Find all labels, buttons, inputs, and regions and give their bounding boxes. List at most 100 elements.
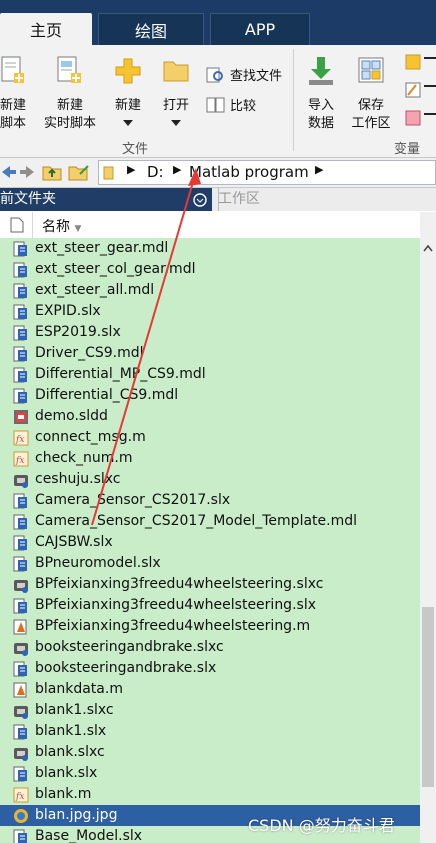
breadcrumb-separator-icon: ▶	[315, 163, 324, 176]
file-row[interactable]: Driver_CS9.mdl	[0, 343, 420, 364]
file-row[interactable]: fx blank.m	[0, 784, 420, 805]
simulink-model-icon	[13, 262, 27, 278]
scroll-up-icon[interactable]	[423, 244, 433, 252]
file-row[interactable]: demo.sldd	[0, 406, 420, 427]
file-name: EXPID.slx	[35, 303, 101, 319]
file-row[interactable]: Differential_MP_CS9.mdl	[0, 364, 420, 385]
file-name: BPfeixianxing3freedu4wheelsteering.slxc	[35, 576, 324, 592]
file-list-header: 名称 ▼	[0, 212, 420, 239]
new-button[interactable]: 新建	[106, 49, 150, 135]
file-row[interactable]: blankdata.m	[0, 679, 420, 700]
simulink-model-icon	[13, 661, 27, 677]
file-row[interactable]: CAJSBW.slx	[0, 532, 420, 553]
file-name: Differential_MP_CS9.mdl	[35, 366, 206, 382]
ribbon-tab-bar: 主页 绘图 APP	[0, 0, 436, 45]
svg-text:fx: fx	[15, 435, 24, 445]
cache-file-icon	[14, 748, 28, 761]
file-row[interactable]: BPneuromodel.slx	[0, 553, 420, 574]
cache-file-icon	[14, 475, 28, 488]
forward-arrow-icon[interactable]	[18, 163, 36, 181]
file-row[interactable]: blank1.slx	[0, 721, 420, 742]
current-path-field[interactable]: ▶ D: ▶ Matlab program ▶	[98, 160, 436, 185]
file-row[interactable]: blank.slx	[0, 763, 420, 784]
file-name: Differential_CS9.mdl	[35, 387, 179, 403]
file-row[interactable]: ESP2019.slx	[0, 322, 420, 343]
cache-file-icon	[14, 580, 28, 593]
tab-apps-label: APP	[244, 20, 276, 39]
panel-header: 当前文件夹 工作区	[0, 188, 436, 211]
chevron-down-icon	[171, 120, 181, 126]
file-row[interactable]: fx connect_msg.m	[0, 427, 420, 448]
compare-label: 比较	[230, 99, 257, 114]
tab-home[interactable]: 主页	[0, 13, 92, 45]
file-name: booksteeringandbrake.slx	[35, 660, 217, 676]
back-arrow-icon[interactable]	[0, 163, 16, 181]
new-script-button[interactable]: 新建 脚本	[0, 49, 32, 135]
up-folder-icon[interactable]	[42, 162, 62, 182]
file-row[interactable]: Camera_Sensor_CS2017_Model_Template.mdl	[0, 511, 420, 532]
simulink-model-icon	[13, 556, 27, 572]
save-workspace-button[interactable]: 保存 工作区	[346, 49, 396, 135]
group-variable-label: 变量	[394, 142, 421, 157]
file-name: blank.m	[35, 786, 92, 802]
save-workspace-label: 保存 工作区	[351, 98, 391, 131]
workspace-panel-tab[interactable]: 工作区	[212, 188, 436, 211]
panel-menu-icon[interactable]	[193, 193, 207, 207]
simulink-model-icon	[13, 325, 27, 341]
compare-button[interactable]: 比较	[206, 95, 256, 114]
file-row[interactable]: ceshuju.slxc	[0, 469, 420, 490]
svg-text:fx: fx	[15, 456, 24, 466]
browse-folder-icon[interactable]	[68, 162, 90, 182]
new-label: 新建	[114, 98, 141, 113]
file-row[interactable]: blank.slxc	[0, 742, 420, 763]
cache-file-icon	[14, 643, 28, 656]
vertical-scrollbar[interactable]	[420, 212, 436, 843]
plus-icon	[115, 58, 141, 84]
file-name: Camera_Sensor_CS2017.slx	[35, 492, 231, 508]
file-row[interactable]: BPfeixianxing3freedu4wheelsteering.slx	[0, 595, 420, 616]
file-name: blank.slx	[35, 765, 98, 781]
open-button[interactable]: 打开	[154, 49, 198, 135]
function-file-icon: fx	[13, 787, 29, 803]
file-row[interactable]: BPfeixianxing3freedu4wheelsteering.m	[0, 616, 420, 637]
tab-apps[interactable]: APP	[210, 13, 310, 45]
tab-home-label: 主页	[29, 21, 62, 40]
ribbon-separator	[293, 49, 294, 151]
file-row[interactable]: ext_steer_gear.mdl	[0, 238, 420, 259]
file-row[interactable]: booksteeringandbrake.slxc	[0, 637, 420, 658]
simulink-model-icon	[13, 829, 27, 843]
find-files-label: 查找文件	[230, 69, 283, 84]
file-row[interactable]: blank1.slxc	[0, 700, 420, 721]
file-row[interactable]: ext_steer_col_gear.mdl	[0, 259, 420, 280]
simulink-model-icon	[13, 346, 27, 362]
ribbon-toolbar: 新建 脚本 新建 实时脚本 新建 打开 查找文件 比较 文件 导入 数据 保存 …	[0, 45, 436, 158]
find-files-button[interactable]: 查找文件	[206, 65, 282, 84]
file-row[interactable]: booksteeringandbrake.slx	[0, 658, 420, 679]
file-row[interactable]: Differential_CS9.mdl	[0, 385, 420, 406]
new-live-script-button[interactable]: 新建 实时脚本	[40, 49, 100, 135]
breadcrumb-drive[interactable]: D:	[147, 163, 164, 181]
file-row[interactable]: ext_steer_all.mdl	[0, 280, 420, 301]
file-row[interactable]: fx check_num.m	[0, 448, 420, 469]
file-name: ceshuju.slxc	[35, 471, 121, 487]
file-name: CAJSBW.slx	[35, 534, 113, 550]
file-row[interactable]: EXPID.slx	[0, 301, 420, 322]
scrollbar-thumb[interactable]	[422, 607, 434, 787]
sort-indicator-icon: ▼	[74, 224, 82, 234]
import-data-button[interactable]: 导入 数据	[298, 49, 344, 135]
new-script-icon	[1, 56, 24, 83]
import-icon	[309, 57, 333, 85]
address-bar: ▶ D: ▶ Matlab program ▶	[0, 158, 436, 188]
simulink-model-icon	[13, 724, 27, 740]
compare-icon	[206, 97, 225, 112]
chevron-down-icon	[123, 120, 133, 126]
file-name: blank1.slxc	[35, 702, 114, 718]
new-script-label: 新建 脚本	[0, 98, 26, 131]
tab-plots[interactable]: 绘图	[98, 13, 204, 45]
breadcrumb-folder[interactable]: Matlab program	[189, 163, 309, 181]
file-row[interactable]: Camera_Sensor_CS2017.slx	[0, 490, 420, 511]
file-row[interactable]: BPfeixianxing3freedu4wheelsteering.slxc	[0, 574, 420, 595]
function-file-icon: fx	[13, 430, 29, 446]
current-folder-panel-tab[interactable]: 当前文件夹	[0, 188, 212, 211]
name-column-header[interactable]: 名称 ▼	[42, 216, 81, 236]
